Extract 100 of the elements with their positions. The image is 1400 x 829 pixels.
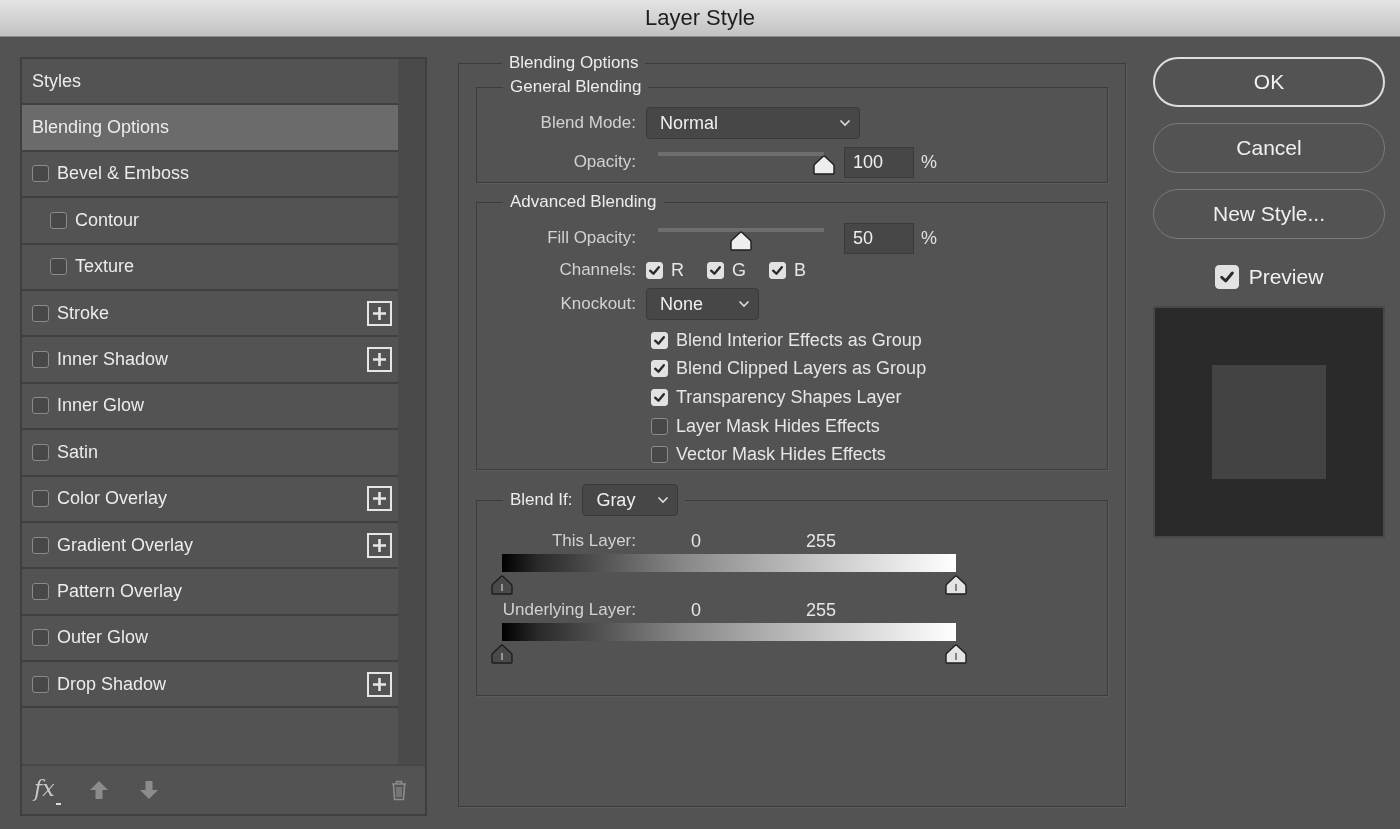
field-label: Fill Opacity:	[546, 228, 637, 248]
add-icon[interactable]	[367, 486, 392, 512]
dropdown-value: None	[660, 293, 704, 315]
window-title: Layer Style	[644, 5, 756, 31]
checkbox[interactable]	[32, 490, 49, 508]
field-label: Blend Mode:	[539, 113, 637, 133]
dialog-button[interactable]: OK	[1153, 57, 1385, 107]
item-label: Blending Options	[32, 117, 170, 139]
range-value: 0	[691, 599, 702, 621]
field-label: Underlying Layer:	[501, 600, 637, 620]
sidebar-item[interactable]: Contour	[22, 198, 398, 245]
effect-label: Contour	[75, 209, 140, 231]
group-title: General Blending	[509, 77, 643, 97]
add-icon[interactable]	[367, 300, 392, 326]
group-title: Blend If:	[510, 490, 573, 510]
effect-label: Inner Glow	[57, 395, 145, 417]
field-label: This Layer:	[550, 531, 637, 551]
section-title: Blending Options	[508, 53, 640, 73]
sidebar-item[interactable]: Color Overlay	[22, 476, 398, 523]
effect-label: Pattern Overlay	[57, 581, 183, 602]
slider-thumb[interactable]	[491, 575, 513, 595]
channel-label: B	[794, 259, 807, 281]
checkbox[interactable]	[32, 397, 49, 415]
sidebar-item[interactable]: Drop Shadow	[22, 662, 398, 709]
checkbox-label: Blend Interior Effects as Group	[676, 329, 922, 351]
checkbox[interactable]	[32, 675, 49, 693]
number-field[interactable]: 50	[844, 222, 914, 254]
checkbox[interactable]	[32, 165, 49, 183]
add-icon[interactable]	[367, 532, 392, 558]
slider-thumb[interactable]	[945, 644, 967, 664]
dropdown-value: Gray	[596, 489, 636, 511]
slider-thumb[interactable]	[945, 575, 967, 595]
checkbox[interactable]	[32, 351, 49, 369]
number-field[interactable]: 100	[844, 146, 914, 178]
checkbox[interactable]	[32, 304, 49, 322]
checkbox[interactable]	[50, 211, 67, 229]
dialog-button[interactable]: Cancel	[1153, 123, 1385, 173]
checkbox-label: Transparency Shapes Layer	[676, 387, 902, 408]
sidebar-item[interactable]: Stroke	[22, 290, 398, 338]
sidebar-item[interactable]: Outer Glow	[22, 615, 398, 663]
checkbox[interactable]	[50, 258, 67, 276]
checkbox-label: Layer Mask Hides Effects	[676, 415, 880, 437]
field-label: Opacity:	[572, 152, 637, 172]
group-title: Advanced Blending	[509, 192, 658, 212]
sidebar-item[interactable]: Inner Shadow	[22, 337, 398, 384]
sidebar-item[interactable]: Pattern Overlay	[22, 569, 398, 616]
checkbox[interactable]	[32, 629, 49, 647]
slider-thumb[interactable]	[730, 231, 752, 251]
channel-label: R	[671, 259, 684, 281]
sidebar-item[interactable]: Blending Options	[22, 105, 398, 152]
checkbox-label: Vector Mask Hides Effects	[676, 444, 886, 466]
add-icon[interactable]	[367, 347, 392, 373]
field-label: Knockout:	[559, 294, 637, 314]
checkbox[interactable]	[32, 536, 49, 554]
check-icon	[709, 263, 722, 277]
sidebar-item[interactable]: Gradient Overlay	[22, 522, 398, 570]
field-label: Channels:	[558, 260, 637, 280]
item-label: Styles	[32, 70, 82, 92]
sidebar-item[interactable]: Texture	[22, 244, 398, 291]
chevron-icon	[657, 496, 670, 504]
range-value: 255	[806, 530, 837, 552]
chevron-icon	[738, 300, 750, 308]
check-icon	[653, 333, 666, 347]
slider-thumb[interactable]	[491, 644, 513, 664]
check-icon	[653, 362, 666, 376]
effect-label: Bevel & Emboss	[57, 163, 190, 185]
check-icon	[771, 263, 784, 277]
checkbox[interactable]	[651, 417, 668, 435]
dropdown[interactable]: None	[646, 288, 759, 320]
checkbox-label: Preview	[1248, 265, 1324, 289]
slider-thumb[interactable]	[813, 155, 835, 175]
checkbox-label: Blend Clipped Layers as Group	[676, 358, 927, 380]
effect-label: Satin	[57, 441, 99, 463]
checkbox[interactable]	[651, 446, 668, 464]
range-value: 0	[691, 530, 702, 552]
chevron-icon	[839, 119, 851, 127]
check-icon	[648, 263, 661, 277]
effect-label: Color Overlay	[57, 488, 168, 510]
checkbox[interactable]	[32, 583, 49, 600]
check-icon	[653, 391, 666, 404]
dropdown[interactable]: Gray	[582, 484, 679, 516]
effect-label: Drop Shadow	[57, 673, 167, 695]
dropdown[interactable]: Normal	[646, 107, 860, 139]
dropdown-value: Normal	[660, 112, 718, 134]
effect-label: Outer Glow	[57, 627, 149, 649]
checkbox[interactable]	[32, 443, 49, 461]
effect-label: Texture	[75, 256, 135, 278]
add-icon[interactable]	[367, 671, 392, 697]
check-icon	[1218, 269, 1235, 285]
sidebar-item[interactable]: Inner Glow	[22, 383, 398, 431]
channel-label: G	[732, 259, 746, 281]
unit-label: %	[921, 151, 937, 173]
effect-label: Gradient Overlay	[57, 534, 194, 556]
dialog-button[interactable]: New Style...	[1153, 189, 1385, 239]
unit-label: %	[921, 227, 937, 249]
range-value: 255	[806, 599, 837, 621]
sidebar-item[interactable]: Bevel & Emboss	[22, 151, 398, 199]
effect-label: Inner Shadow	[57, 349, 169, 371]
sidebar-item[interactable]: Satin	[22, 430, 398, 477]
effect-label: Stroke	[57, 302, 110, 324]
